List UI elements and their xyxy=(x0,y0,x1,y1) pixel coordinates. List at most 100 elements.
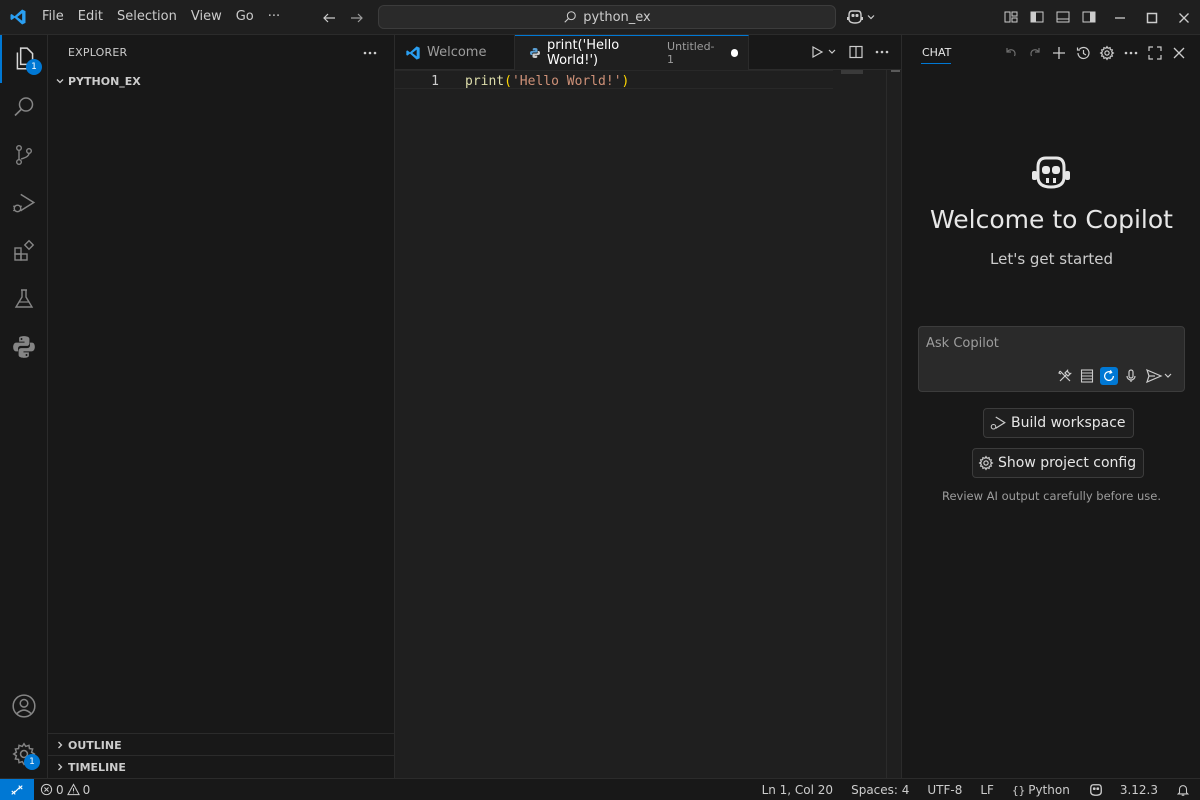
notifications-bell-icon[interactable] xyxy=(1170,779,1200,800)
explorer-sidebar: EXPLORER PYTHON_EX OUTLINE TIMELINE xyxy=(48,35,395,778)
code-text: print('Hello World!') xyxy=(465,72,629,91)
toggle-secondary-sidebar-icon[interactable] xyxy=(1078,6,1100,28)
copilot-menu-button[interactable] xyxy=(846,6,876,28)
chevron-right-icon xyxy=(52,759,68,775)
outline-section[interactable]: OUTLINE xyxy=(48,733,394,756)
gear-icon xyxy=(978,455,994,471)
code-function-token: print xyxy=(465,74,505,89)
folder-name: PYTHON_EX xyxy=(68,74,141,88)
microphone-icon[interactable] xyxy=(1122,367,1140,385)
accounts-icon[interactable] xyxy=(0,682,48,730)
vscode-logo-icon xyxy=(0,0,35,35)
warning-count: 0 xyxy=(82,782,91,797)
status-bar: 0 0 Ln 1, Col 20 Spaces: 4 UTF-8 LF {} P… xyxy=(0,778,1200,800)
menu-selection[interactable]: Selection xyxy=(110,6,184,28)
testing-flask-icon[interactable] xyxy=(0,275,48,323)
search-icon xyxy=(563,10,577,24)
ask-copilot-input[interactable]: Ask Copilot xyxy=(918,326,1185,392)
menu-file[interactable]: File xyxy=(35,6,71,28)
python-icon[interactable] xyxy=(0,323,48,371)
run-python-file-button[interactable] xyxy=(807,41,841,63)
close-chat-icon[interactable] xyxy=(1168,42,1190,64)
cursor-position[interactable]: Ln 1, Col 20 xyxy=(756,779,846,800)
search-activity-icon[interactable] xyxy=(0,83,48,131)
menu-more[interactable]: ··· xyxy=(261,6,287,28)
minimap[interactable] xyxy=(841,70,863,74)
send-button[interactable] xyxy=(1144,367,1176,385)
context-list-icon[interactable] xyxy=(1078,367,1096,385)
line-ending[interactable]: LF xyxy=(974,779,1006,800)
build-workspace-button[interactable]: Build workspace xyxy=(983,408,1134,438)
python-interpreter-version[interactable]: 3.12.3 xyxy=(1114,779,1170,800)
chat-tab[interactable]: CHAT xyxy=(922,35,951,70)
customize-layout-icon[interactable] xyxy=(1000,6,1022,28)
code-paren-open: ( xyxy=(504,74,512,89)
chat-header: CHAT xyxy=(902,35,1200,70)
split-editor-icon[interactable] xyxy=(845,41,867,63)
undo-icon[interactable] xyxy=(1000,42,1022,64)
explorer-title: EXPLORER xyxy=(68,46,128,59)
unsaved-dot-icon[interactable] xyxy=(730,49,738,57)
maximize-icon[interactable] xyxy=(1136,0,1168,35)
copilot-status-icon[interactable] xyxy=(1082,779,1114,800)
explorer-more-actions-icon[interactable] xyxy=(360,43,380,63)
timeline-section[interactable]: TIMELINE xyxy=(48,755,394,778)
extensions-icon[interactable] xyxy=(0,227,48,275)
chat-settings-gear-icon[interactable] xyxy=(1096,42,1118,64)
editor-area: Welcome print('Hello World!') Untitled-1… xyxy=(395,35,901,778)
redo-icon[interactable] xyxy=(1024,42,1046,64)
folder-section-header[interactable]: PYTHON_EX xyxy=(48,70,394,92)
source-control-icon[interactable] xyxy=(0,131,48,179)
build-workspace-label: Build workspace xyxy=(1011,415,1126,431)
encoding[interactable]: UTF-8 xyxy=(921,779,974,800)
outline-label: OUTLINE xyxy=(68,738,122,752)
vertical-scrollbar[interactable] xyxy=(886,70,900,778)
new-chat-plus-icon[interactable] xyxy=(1048,42,1070,64)
scrollbar-thumb[interactable] xyxy=(891,70,900,72)
menu-view[interactable]: View xyxy=(184,6,229,28)
copilot-icon xyxy=(846,9,864,25)
toggle-primary-sidebar-icon[interactable] xyxy=(1026,6,1048,28)
code-line[interactable]: 1 print('Hello World!') xyxy=(395,70,833,89)
menu-edit[interactable]: Edit xyxy=(71,6,110,28)
copilot-logo-icon xyxy=(1030,155,1072,191)
tab-untitled-1[interactable]: print('Hello World!') Untitled-1 xyxy=(515,35,749,70)
run-debug-icon[interactable] xyxy=(0,179,48,227)
show-project-config-button[interactable]: Show project config xyxy=(972,448,1145,478)
editor-more-actions-icon[interactable] xyxy=(871,41,893,63)
code-paren-close: ) xyxy=(621,74,630,89)
language-mode[interactable]: {} Python xyxy=(1006,779,1082,800)
code-string-token: 'Hello World!' xyxy=(511,74,622,89)
explorer-activity-icon[interactable]: 1 xyxy=(0,35,48,83)
code-editor[interactable]: 1 print('Hello World!') xyxy=(395,70,901,778)
forward-arrow-icon[interactable] xyxy=(346,7,368,29)
title-bar: File Edit Selection View Go ··· python_e… xyxy=(0,0,1200,35)
agent-mode-refresh-icon[interactable] xyxy=(1100,367,1118,385)
python-file-icon xyxy=(529,47,541,59)
error-icon xyxy=(40,783,53,796)
chevron-right-icon xyxy=(52,737,68,753)
close-window-icon[interactable] xyxy=(1168,0,1200,35)
menu-bar: File Edit Selection View Go ··· xyxy=(35,0,287,35)
maximize-chat-icon[interactable] xyxy=(1144,42,1166,64)
timeline-label: TIMELINE xyxy=(68,760,126,774)
indentation[interactable]: Spaces: 4 xyxy=(845,779,921,800)
chat-history-icon[interactable] xyxy=(1072,42,1094,64)
tab-welcome[interactable]: Welcome xyxy=(395,35,515,70)
braces-icon: {} xyxy=(1011,783,1026,797)
command-center-label: python_ex xyxy=(583,9,651,25)
toggle-panel-icon[interactable] xyxy=(1052,6,1074,28)
tab-description: Untitled-1 xyxy=(667,40,715,66)
menu-go[interactable]: Go xyxy=(229,6,261,28)
warning-icon xyxy=(66,783,80,796)
tools-icon[interactable] xyxy=(1056,367,1074,385)
back-arrow-icon[interactable] xyxy=(318,7,340,29)
welcome-subtitle: Let's get started xyxy=(990,250,1113,268)
minimize-icon[interactable] xyxy=(1104,0,1136,35)
problems-indicator[interactable]: 0 0 xyxy=(34,779,96,800)
settings-gear-icon[interactable]: 1 xyxy=(0,730,48,778)
remote-indicator-icon[interactable] xyxy=(0,778,34,800)
command-center-search[interactable]: python_ex xyxy=(378,5,836,29)
editor-tab-bar: Welcome print('Hello World!') Untitled-1 xyxy=(395,35,901,70)
chat-more-actions-icon[interactable] xyxy=(1120,42,1142,64)
